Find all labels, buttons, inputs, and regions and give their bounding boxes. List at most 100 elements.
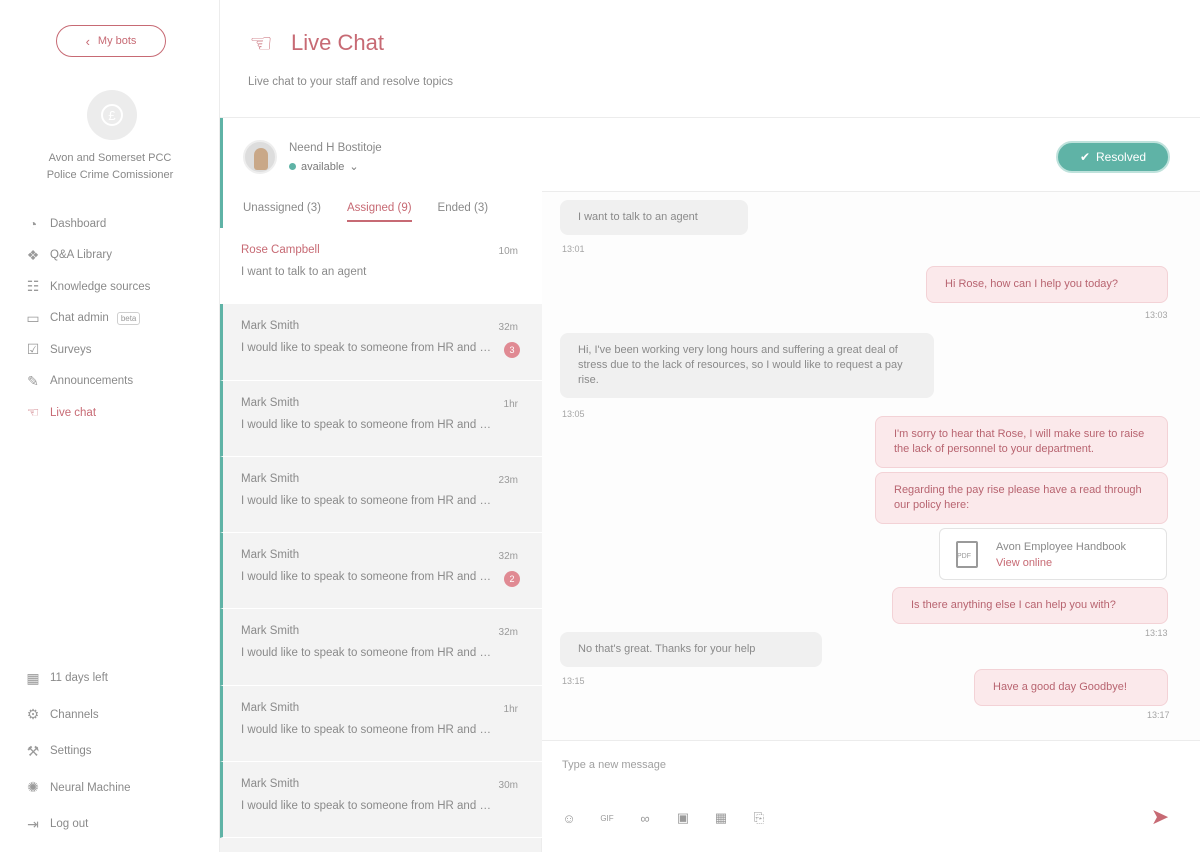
- page-header: ☜ Live Chat Live chat to your staff and …: [220, 0, 1200, 118]
- conversation-preview: I would like to speak to someone from HR…: [241, 418, 496, 431]
- knowledge-icon: ☷: [26, 278, 40, 295]
- conversation-name: Mark Smith: [241, 320, 300, 333]
- message-thread: I want to talk to an agent 13:01 Hi Rose…: [542, 192, 1200, 740]
- composer-tools: ☺ GIF ∞ ▣ ▦ ⎘: [560, 809, 768, 827]
- link-icon[interactable]: ∞: [636, 809, 654, 827]
- pdf-icon: [956, 541, 978, 568]
- chat-admin-icon: ▭: [26, 309, 40, 326]
- conversation-item[interactable]: Mark Smith 32m I would like to speak to …: [220, 533, 542, 610]
- nav-label: Log out: [50, 818, 89, 831]
- document-name: Avon Employee Handbook: [996, 541, 1127, 553]
- chevron-down-icon: ⌄: [349, 161, 359, 173]
- calendar-attach-icon[interactable]: ▦: [712, 809, 730, 827]
- unread-badge: 3: [504, 342, 520, 359]
- conversation-item[interactable]: Mark Smith 32m I would like to speak to …: [220, 609, 542, 686]
- nav-item-live-chat[interactable]: ☜ Live chat: [24, 397, 214, 429]
- conversation-time: 32m: [498, 322, 518, 334]
- secondary-nav: ▦ 11 days left ⚙ Channels ⚒ Settings ✺ N…: [24, 660, 214, 843]
- status-dot-icon: [289, 163, 296, 170]
- conversation-name: Mark Smith: [241, 701, 300, 714]
- conversation-item[interactable]: Mark Smith 1hr I would like to speak to …: [220, 380, 542, 457]
- agent-header: Neend H Bostitoje available ⌄ Unassigned…: [220, 118, 542, 228]
- conversation-item[interactable]: Mark Smith 32m I would like to speak to …: [220, 304, 542, 381]
- nav-item-announcements[interactable]: ✎ Announcements: [24, 366, 214, 398]
- conversation-preview: I would like to speak to someone from HR…: [241, 647, 496, 660]
- conversation-time: 30m: [498, 780, 518, 792]
- channels-icon: ⚙: [26, 706, 40, 723]
- emoji-icon[interactable]: ☺: [560, 809, 578, 827]
- nav-label: Settings: [50, 745, 92, 758]
- message-input[interactable]: Type a new message: [562, 759, 666, 771]
- nav-item-settings[interactable]: ⚒ Settings: [24, 733, 214, 770]
- nav-item-log-out[interactable]: ⇥ Log out: [24, 806, 214, 843]
- conversation-name: Mark Smith: [241, 625, 300, 638]
- tab-assigned[interactable]: Assigned (9): [346, 202, 412, 222]
- chevron-left-icon: ‹: [85, 33, 90, 49]
- tab-unassigned[interactable]: Unassigned (3): [243, 202, 321, 222]
- conversation-preview: I would like to speak to someone from HR…: [241, 342, 496, 355]
- nav-label: Chat admin: [50, 312, 109, 325]
- neural-icon: ✺: [27, 779, 39, 796]
- surveys-icon: ☑: [26, 341, 40, 358]
- message-time: 13:03: [1145, 310, 1168, 320]
- logout-icon: ⇥: [27, 815, 39, 832]
- conversation-time: 1hr: [503, 398, 518, 410]
- organisation-name-line1: Avon and Somerset PCC: [48, 152, 172, 164]
- gif-icon[interactable]: GIF: [598, 809, 616, 827]
- organisation-name-line2: Police Crime Comissioner: [46, 169, 174, 181]
- conversation-name: Mark Smith: [241, 472, 300, 485]
- agent-status-label: available: [301, 160, 345, 173]
- outgoing-message: Is there anything else I can help you wi…: [892, 587, 1168, 624]
- nav-item-dashboard[interactable]: ◔ Dashboard: [24, 208, 214, 240]
- beta-badge: beta: [116, 311, 141, 325]
- back-to-bots-button[interactable]: ‹ My bots: [56, 25, 166, 57]
- sidebar: ‹ My bots £ Avon and Somerset PCC Police…: [0, 0, 220, 852]
- conversation-name: Mark Smith: [241, 549, 300, 562]
- resolved-button[interactable]: ✔ Resolved: [1056, 141, 1170, 173]
- trial-days-left[interactable]: ▦ 11 days left: [24, 660, 214, 697]
- conversation-item[interactable]: Mark Smith 1hr I would like to speak to …: [220, 685, 542, 763]
- agent-status-dropdown[interactable]: available ⌄: [289, 160, 359, 173]
- nav-item-neural-machine[interactable]: ✺ Neural Machine: [24, 770, 214, 807]
- nav-item-channels[interactable]: ⚙ Channels: [24, 697, 214, 734]
- conversation-item[interactable]: Mark Smith 30m I would like to speak to …: [220, 762, 542, 839]
- outgoing-message: Hi Rose, how can I help you today?: [926, 266, 1168, 303]
- main-nav: ◔ Dashboard ❖ Q&A Library ☷ Knowledge so…: [24, 208, 214, 429]
- conversation-list: Rose Campbell 10m I want to talk to an a…: [220, 228, 542, 839]
- nav-item-chat-admin[interactable]: ▭ Chat admin beta: [24, 303, 214, 335]
- unread-badge: 2: [504, 571, 520, 588]
- organisation-name: Avon and Somerset PCC Police Crime Comis…: [20, 150, 200, 184]
- agent-avatar: [243, 140, 277, 174]
- incoming-message: I want to talk to an agent: [560, 200, 748, 235]
- conversation-preview: I would like to speak to someone from HR…: [241, 494, 496, 507]
- nav-item-qa-library[interactable]: ❖ Q&A Library: [24, 240, 214, 272]
- conversation-item[interactable]: Rose Campbell 10m I want to talk to an a…: [220, 228, 542, 305]
- send-icon[interactable]: ➤: [1148, 804, 1172, 829]
- tab-ended[interactable]: Ended (3): [438, 202, 489, 222]
- conversation-name: Mark Smith: [241, 778, 300, 791]
- nav-label: Announcements: [50, 375, 134, 388]
- nav-label: Surveys: [50, 343, 92, 356]
- conversation-preview: I want to talk to an agent: [241, 266, 367, 278]
- attachment-icon[interactable]: ⎘: [750, 809, 768, 827]
- nav-label: Live chat: [50, 406, 97, 419]
- conversation-panel: Neend H Bostitoje available ⌄ Unassigned…: [220, 118, 542, 852]
- image-icon[interactable]: ▣: [674, 809, 692, 827]
- conversation-time: 10m: [498, 246, 518, 257]
- live-chat-icon: ☜: [249, 27, 273, 58]
- conversation-time: 1hr: [503, 703, 518, 715]
- nav-item-surveys[interactable]: ☑ Surveys: [24, 334, 214, 366]
- nav-label: Knowledge sources: [50, 280, 151, 293]
- conversation-time: 32m: [498, 551, 518, 563]
- check-icon: ✔: [1079, 150, 1091, 164]
- nav-item-knowledge-sources[interactable]: ☷ Knowledge sources: [24, 271, 214, 303]
- conversation-name: Rose Campbell: [241, 244, 320, 256]
- view-online-link[interactable]: View online: [996, 557, 1052, 569]
- conversation-preview: I would like to speak to someone from HR…: [241, 723, 496, 736]
- nav-label: Dashboard: [50, 217, 107, 230]
- incoming-message: Hi, I've been working very long hours an…: [560, 333, 934, 398]
- conversation-item[interactable]: Mark Smith 23m I would like to speak to …: [220, 456, 542, 534]
- document-attachment[interactable]: Avon Employee Handbook View online: [939, 528, 1167, 580]
- page-subtitle: Live chat to your staff and resolve topi…: [248, 76, 453, 88]
- message-composer[interactable]: Type a new message ☺ GIF ∞ ▣ ▦ ⎘ ➤: [542, 740, 1200, 852]
